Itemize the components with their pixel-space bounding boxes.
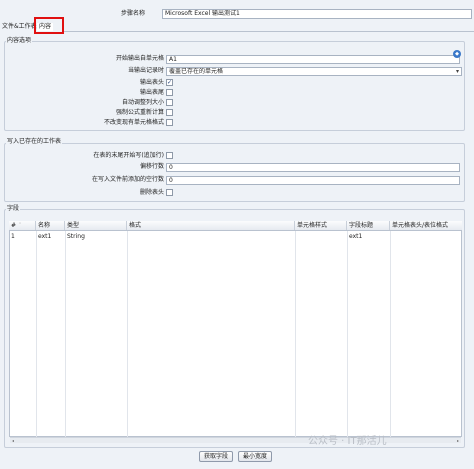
when-output-label: 当输出记录时 <box>127 67 164 74</box>
start-at-end-label: 在表的末尾开始写(追加行) <box>93 152 164 159</box>
omit-header-checkbox[interactable] <box>166 189 173 196</box>
tab-divider <box>64 31 474 32</box>
column-header-header-format[interactable]: 单元格表头/表位格式 <box>390 221 462 230</box>
get-fields-button[interactable]: 获取字段 <box>199 451 233 462</box>
column-divider <box>127 231 128 437</box>
column-header-field-title[interactable]: 字段标题 <box>347 221 390 230</box>
omit-header-label: 删除表头 <box>139 189 164 196</box>
table-row[interactable]: 1 ext1 String ext1 <box>9 232 462 241</box>
start-at-end-checkbox[interactable] <box>166 152 173 159</box>
tab-highlight-box <box>34 17 64 34</box>
force-recalc-label: 强制公式重新计算 <box>115 109 164 116</box>
when-output-select[interactable]: 覆盖已存在的单元格 <box>166 67 462 76</box>
leave-styles-checkbox[interactable] <box>166 119 173 126</box>
row-name[interactable]: ext1 <box>36 232 51 241</box>
fields-title: 字段 <box>6 205 21 212</box>
column-divider <box>295 231 296 437</box>
row-num: 1 <box>11 233 15 240</box>
row-field-title[interactable]: ext1 <box>347 232 362 241</box>
tab-file-sheet[interactable]: 文件&工作表 <box>0 23 39 31</box>
column-header-num[interactable]: # <box>9 221 36 230</box>
step-name-input[interactable]: Microsoft Excel 输出测试1 <box>162 9 472 19</box>
step-name-label: 步骤名称 <box>121 10 146 17</box>
row-type[interactable]: String <box>65 232 85 241</box>
column-header-name[interactable]: 名称 <box>36 221 65 230</box>
row-cell-style[interactable] <box>295 232 297 241</box>
offset-rows-input[interactable]: 0 <box>166 163 460 172</box>
column-header-cell-style[interactable]: 单元格样式 <box>295 221 347 230</box>
blank-rows-input[interactable]: 0 <box>166 176 460 185</box>
horizontal-scrollbar[interactable]: ◂ ▸ <box>10 437 461 443</box>
auto-size-columns-checkbox[interactable] <box>166 99 173 106</box>
column-divider <box>347 231 348 437</box>
write-header-checkbox[interactable]: ✓ <box>166 79 173 86</box>
write-header-label: 输出表头 <box>139 79 164 86</box>
row-header-format[interactable] <box>390 232 392 241</box>
min-width-button[interactable]: 最小宽度 <box>238 451 272 462</box>
column-divider <box>65 231 66 437</box>
sort-arrow-icon: ˄ <box>19 222 21 227</box>
fields-table <box>9 221 462 437</box>
content-options-title: 内容选项 <box>6 37 33 44</box>
variable-icon[interactable]: ◆ <box>453 50 461 58</box>
column-header-type[interactable]: 类型 <box>65 221 127 230</box>
column-header-format[interactable]: 格式 <box>127 221 295 230</box>
existing-sheet-section <box>4 143 465 202</box>
fields-table-header: # 名称 类型 格式 单元格样式 字段标题 单元格表头/表位格式 <box>9 221 462 231</box>
scroll-right-icon[interactable]: ▸ <box>455 438 461 443</box>
existing-sheet-title: 写入已存在的工作表 <box>6 138 63 145</box>
scroll-left-icon[interactable]: ◂ <box>10 438 16 443</box>
check-mark-icon: ✓ <box>167 79 173 86</box>
start-cell-label: 开始输出自单元格 <box>115 55 164 62</box>
write-footer-checkbox[interactable] <box>166 89 173 96</box>
chevron-down-icon[interactable]: ▾ <box>454 68 461 75</box>
auto-size-columns-label: 自动调整列大小 <box>121 99 164 106</box>
column-divider <box>390 231 391 437</box>
watermark: 公众号 · IT那活儿 <box>308 436 387 447</box>
blank-rows-label: 在写入文件前添加的空行数 <box>91 176 164 183</box>
row-format[interactable] <box>127 232 129 241</box>
write-footer-label: 输出表尾 <box>139 89 164 96</box>
start-cell-input[interactable]: A1 <box>166 55 460 64</box>
leave-styles-label: 不改变现有单元格格式 <box>103 119 164 126</box>
force-recalc-checkbox[interactable] <box>166 109 173 116</box>
offset-rows-label: 偏移行数 <box>139 163 164 170</box>
column-divider <box>36 231 37 437</box>
